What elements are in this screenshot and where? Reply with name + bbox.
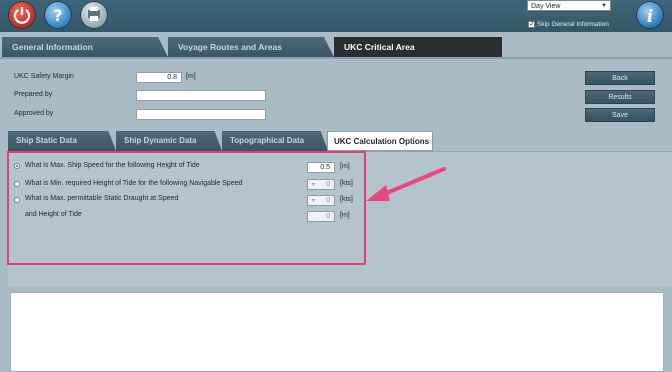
help-button[interactable]: ?: [44, 1, 72, 29]
save-button[interactable]: Save: [585, 108, 655, 122]
approved-by-input[interactable]: [136, 109, 266, 120]
back-button[interactable]: Back: [585, 71, 655, 85]
results-button[interactable]: Results: [585, 90, 655, 104]
tab-ukc-critical-area[interactable]: UKC Critical Area: [334, 37, 502, 57]
subtab-topographical-data[interactable]: Topographical Data: [222, 131, 328, 151]
ukc-margin-label: UKC Safety Margin: [14, 73, 74, 80]
info-button[interactable]: i: [636, 1, 664, 29]
annotation-arrow-icon: [366, 167, 446, 201]
annotation-highlight-box: [7, 151, 366, 265]
view-select[interactable]: Day View ▼: [527, 0, 611, 11]
info-icon: i: [647, 7, 653, 27]
svg-text:i: i: [647, 7, 653, 27]
notes-area[interactable]: [10, 292, 664, 372]
view-select-value: Day View: [531, 3, 561, 10]
tab-divider: [0, 57, 672, 59]
prepared-by-input[interactable]: [136, 90, 266, 101]
approved-by-label: Approved by: [14, 110, 54, 117]
power-button[interactable]: [8, 1, 36, 29]
ukc-margin-input[interactable]: 0.8: [136, 72, 182, 83]
subtab-ship-dynamic-data[interactable]: Ship Dynamic Data: [116, 131, 222, 151]
help-icon: ?: [53, 6, 62, 25]
subtab-ship-static-data[interactable]: Ship Static Data: [8, 131, 116, 151]
ukc-margin-unit: [m]: [186, 73, 196, 80]
skip-general-info-label: Skip General Information: [537, 21, 609, 28]
skip-general-info-checkbox[interactable]: ✓: [528, 21, 535, 28]
tab-general-information[interactable]: General Information: [2, 37, 168, 57]
svg-text:?: ?: [53, 6, 62, 25]
print-button[interactable]: [80, 1, 108, 29]
tab-voyage-routes[interactable]: Voyage Routes and Areas: [168, 37, 334, 57]
chevron-down-icon: ▼: [601, 3, 607, 9]
prepared-by-label: Prepared by: [14, 91, 53, 98]
power-icon: [13, 7, 31, 24]
subtab-ukc-calculation-options[interactable]: UKC Calculation Options: [327, 131, 433, 151]
print-icon: [88, 7, 100, 21]
